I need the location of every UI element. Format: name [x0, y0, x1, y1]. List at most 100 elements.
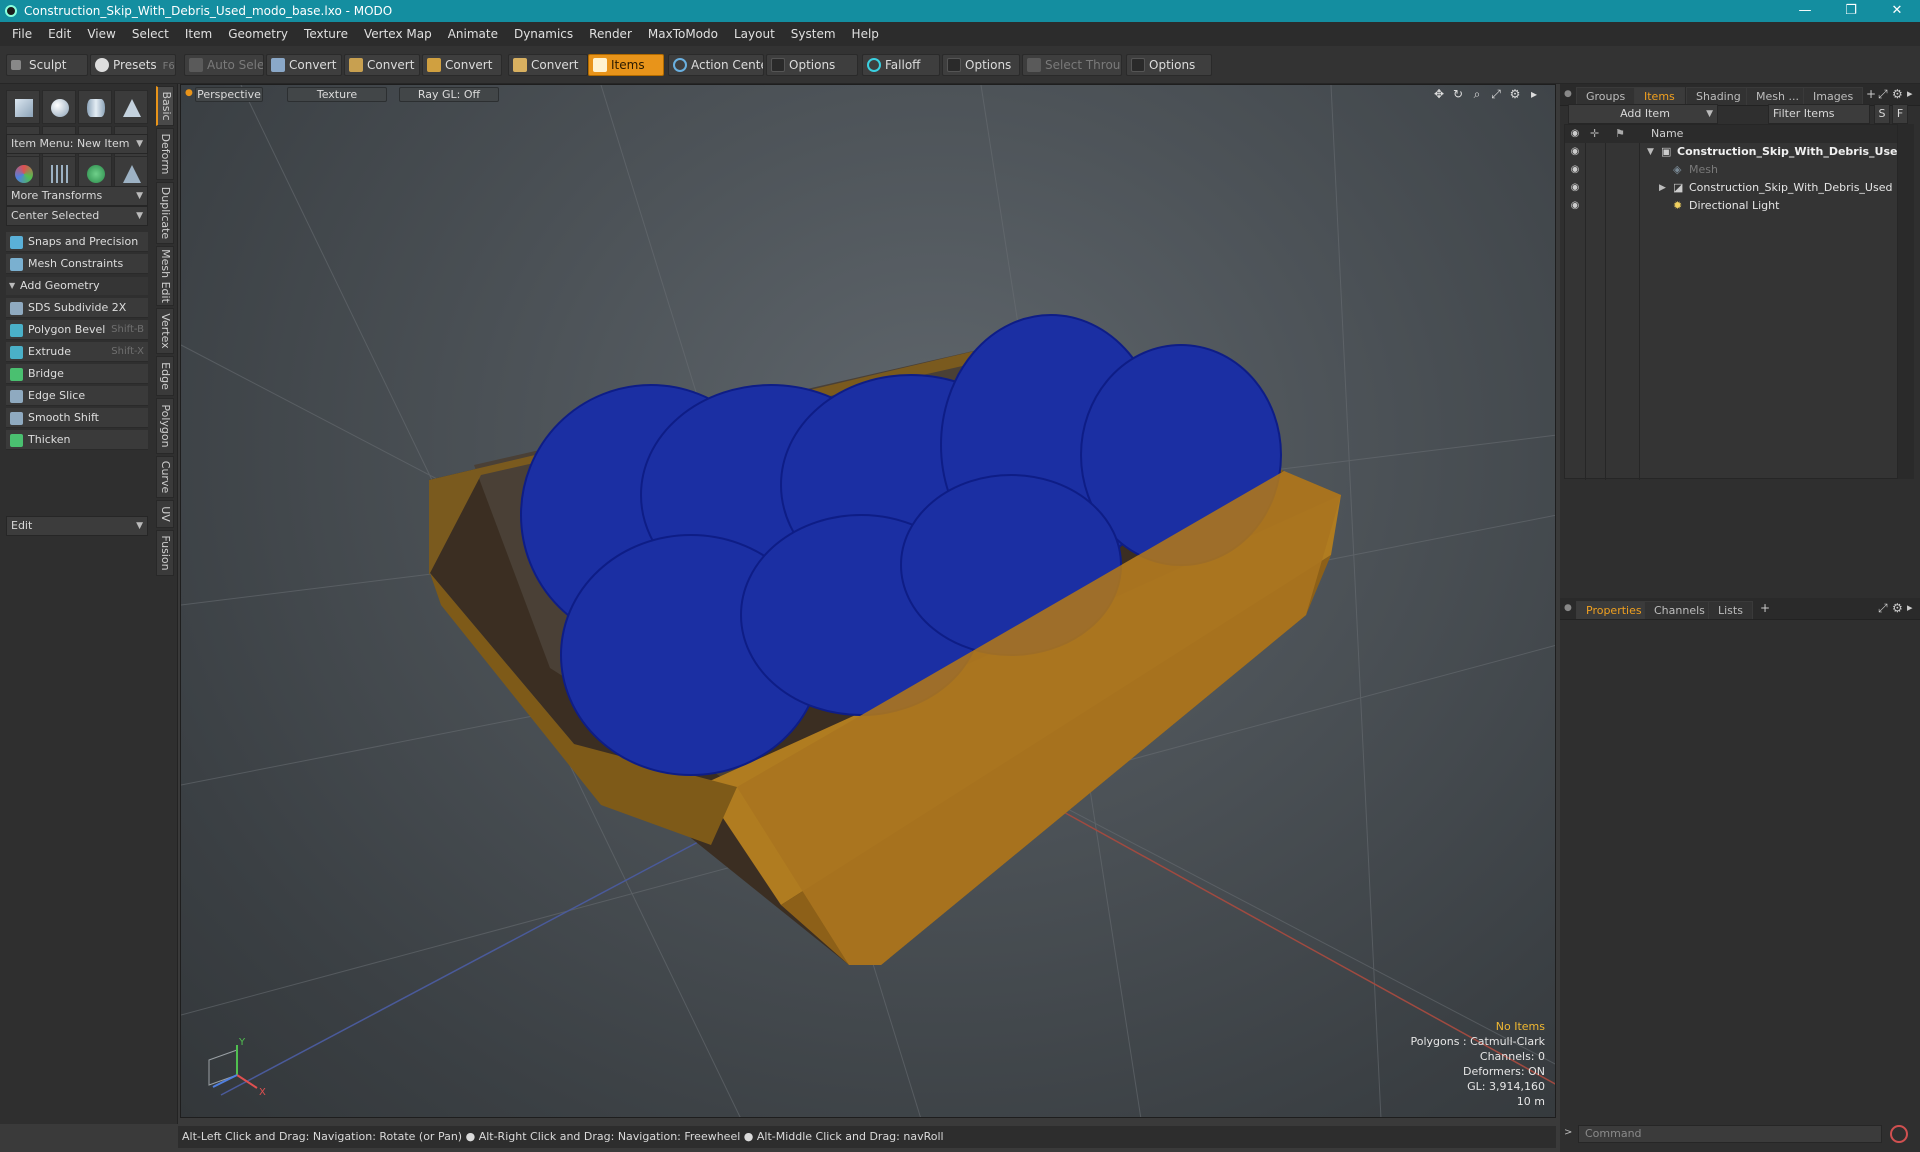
raygl-dropdown[interactable]: Ray GL: Off: [399, 87, 499, 102]
thicken-tool[interactable]: Thicken: [6, 430, 148, 450]
auto-select-button[interactable]: Auto Select: [184, 54, 264, 76]
convert-vertices-button[interactable]: Convert: [266, 54, 342, 76]
edit-dropdown[interactable]: Edit ▼: [6, 516, 148, 536]
cylinder-tool[interactable]: [78, 90, 112, 124]
tab-uv[interactable]: UV: [156, 500, 174, 528]
fit-view-icon[interactable]: ⤢: [1489, 87, 1503, 101]
convert-polygons-button[interactable]: Convert: [422, 54, 502, 76]
tab-items[interactable]: Items: [1634, 87, 1685, 105]
viewport-menu-icon[interactable]: ●: [185, 88, 193, 98]
falloff-button[interactable]: Falloff: [862, 54, 940, 76]
menu-maxtomodo[interactable]: MaxToModo: [640, 22, 726, 46]
polygon-bevel-tool[interactable]: Polygon Bevel Shift-B: [6, 320, 148, 340]
tab-images[interactable]: Images: [1803, 87, 1864, 105]
menu-select[interactable]: Select: [124, 22, 177, 46]
action-center-button[interactable]: Action Center: [668, 54, 764, 76]
minimize-button[interactable]: —: [1782, 0, 1828, 22]
tab-shading[interactable]: Shading: [1686, 87, 1751, 105]
item-menu-dropdown[interactable]: Item Menu: New Item ▼: [6, 134, 148, 154]
bridge-tool[interactable]: Bridge: [6, 364, 148, 384]
record-icon[interactable]: [1890, 1125, 1908, 1143]
visibility-eye-icon[interactable]: ◉: [1569, 146, 1581, 158]
triangle-right-icon[interactable]: ▶: [1659, 179, 1666, 197]
tab-duplicate[interactable]: Duplicate: [156, 182, 174, 244]
menu-texture[interactable]: Texture: [296, 22, 356, 46]
menu-view[interactable]: View: [79, 22, 123, 46]
menu-animate[interactable]: Animate: [440, 22, 506, 46]
menu-help[interactable]: Help: [844, 22, 887, 46]
grid-tool[interactable]: [42, 156, 76, 190]
menu-system[interactable]: System: [783, 22, 844, 46]
lock-column-icon[interactable]: ✛: [1590, 125, 1599, 143]
tab-deform[interactable]: Deform: [156, 128, 174, 180]
tree-row-scene[interactable]: ◉ ▼ ▣ Construction_Skip_With_Debris_Use.…: [1565, 143, 1910, 161]
extrude-tool[interactable]: Extrude Shift-X: [6, 342, 148, 362]
tree-row-group[interactable]: ◉ ▶ ◪ Construction_Skip_With_Debris_Used: [1565, 179, 1897, 197]
triangle-down-icon[interactable]: ▼: [1647, 143, 1654, 161]
command-input[interactable]: Command: [1578, 1125, 1882, 1143]
sculpt-button[interactable]: Sculpt: [6, 54, 88, 76]
edge-slice-tool[interactable]: Edge Slice: [6, 386, 148, 406]
tab-groups[interactable]: Groups: [1576, 87, 1636, 105]
render-column-icon[interactable]: ⚑: [1615, 125, 1625, 143]
tab-basic[interactable]: Basic: [156, 86, 174, 126]
convert-edges-button[interactable]: Convert: [344, 54, 420, 76]
sphere-tool[interactable]: [42, 90, 76, 124]
globe-tool[interactable]: [78, 156, 112, 190]
options-button-1[interactable]: Options: [766, 54, 858, 76]
options-button-3[interactable]: Options: [1126, 54, 1212, 76]
falloff-tool[interactable]: [114, 156, 148, 190]
tab-fusion[interactable]: Fusion: [156, 530, 174, 576]
panel-menu-icon[interactable]: ●: [1564, 603, 1572, 613]
presets-button[interactable]: Presets F6: [90, 54, 176, 76]
restore-button[interactable]: ❐: [1828, 0, 1874, 22]
tab-polygon[interactable]: Polygon: [156, 398, 174, 454]
center-selected-dropdown[interactable]: Center Selected ▼: [6, 206, 148, 226]
menu-edit[interactable]: Edit: [40, 22, 79, 46]
menu-vertex-map[interactable]: Vertex Map: [356, 22, 440, 46]
mesh-constraints-button[interactable]: Mesh Constraints: [6, 254, 148, 274]
settings-gear-icon[interactable]: ⚙: [1508, 87, 1522, 101]
convert-materials-button[interactable]: Convert: [508, 54, 588, 76]
close-button[interactable]: ✕: [1874, 0, 1920, 22]
texture-dropdown[interactable]: Texture: [287, 87, 387, 102]
eye-icon[interactable]: ◉: [1569, 128, 1581, 140]
transform-tool[interactable]: [6, 156, 40, 190]
tab-curve[interactable]: Curve: [156, 456, 174, 498]
cone-tool[interactable]: [114, 90, 148, 124]
menu-render[interactable]: Render: [581, 22, 640, 46]
more-transforms-dropdown[interactable]: More Transforms ▼: [6, 186, 148, 206]
panel-arrow-icon[interactable]: ▸: [1907, 601, 1913, 614]
sds-subdivide-tool[interactable]: SDS Subdivide 2X: [6, 298, 148, 318]
add-item-dropdown[interactable]: Add Item ▼: [1568, 104, 1718, 124]
tab-lists[interactable]: Lists: [1708, 601, 1753, 619]
visibility-eye-icon[interactable]: ◉: [1569, 182, 1581, 194]
rotate-view-icon[interactable]: ↻: [1451, 87, 1465, 101]
options-button-2[interactable]: Options: [942, 54, 1020, 76]
filter-s-button[interactable]: S: [1874, 104, 1890, 124]
viewport-arrow-icon[interactable]: ▸: [1527, 87, 1541, 101]
settings-gear-icon[interactable]: ⚙: [1892, 87, 1903, 101]
settings-gear-icon[interactable]: ⚙: [1892, 601, 1903, 615]
tab-mesh[interactable]: Mesh ...: [1746, 87, 1809, 105]
tab-properties[interactable]: Properties: [1576, 601, 1652, 619]
tab-edge[interactable]: Edge: [156, 356, 174, 396]
menu-geometry[interactable]: Geometry: [220, 22, 296, 46]
expand-icon[interactable]: ⤢: [1878, 601, 1888, 616]
add-geometry-section[interactable]: ▼ Add Geometry: [6, 277, 148, 295]
menu-file[interactable]: File: [4, 22, 40, 46]
add-tab-icon[interactable]: +: [1866, 87, 1876, 101]
tree-row-light[interactable]: ◉ ✹ Directional Light: [1565, 197, 1897, 215]
menu-layout[interactable]: Layout: [726, 22, 783, 46]
filter-items-field[interactable]: Filter Items: [1768, 104, 1870, 124]
cube-tool[interactable]: [6, 90, 40, 124]
select-through-button[interactable]: Select Through: [1022, 54, 1122, 76]
items-mode-button[interactable]: Items: [588, 54, 664, 76]
3d-viewport[interactable]: Y X ● Perspective Texture Ray GL: Off ✥ …: [180, 84, 1556, 1118]
perspective-dropdown[interactable]: Perspective: [195, 87, 263, 102]
add-tab-icon[interactable]: +: [1760, 601, 1770, 615]
filter-f-button[interactable]: F: [1892, 104, 1908, 124]
expand-icon[interactable]: ⤢: [1878, 87, 1888, 102]
menu-dynamics[interactable]: Dynamics: [506, 22, 581, 46]
visibility-eye-icon[interactable]: ◉: [1569, 164, 1581, 176]
